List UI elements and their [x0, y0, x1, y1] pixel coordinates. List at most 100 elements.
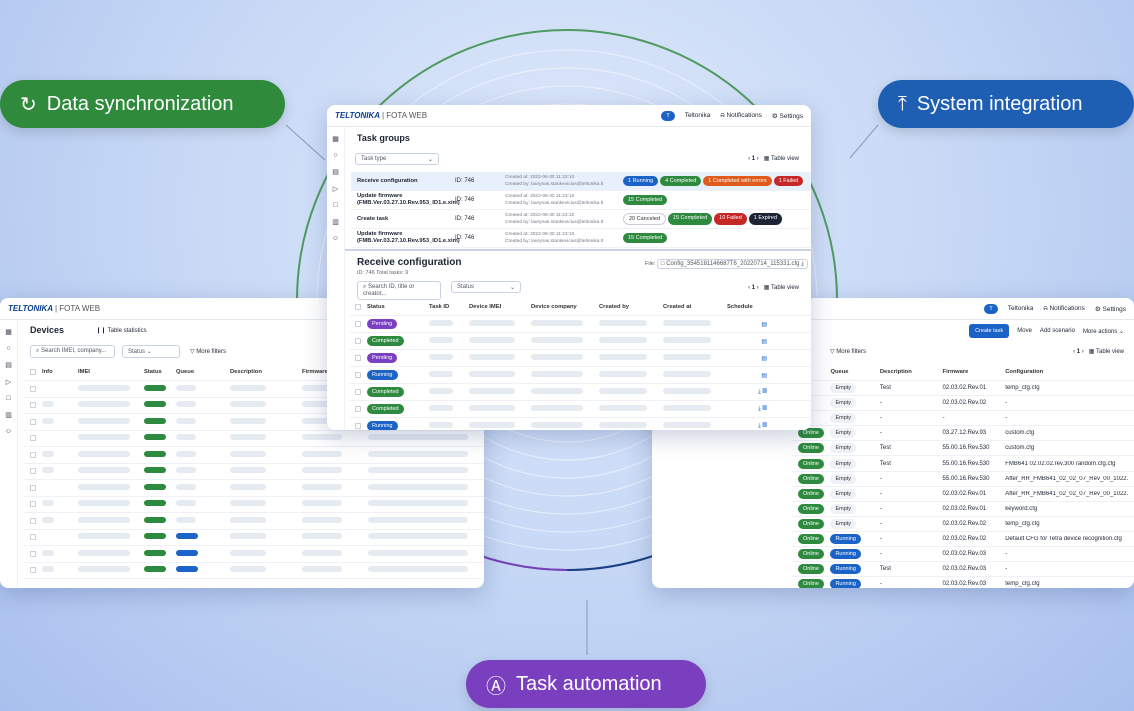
row-actions[interactable]: ⤓ ▤	[727, 406, 767, 413]
company-icon[interactable]: ▥	[5, 411, 12, 419]
column-header[interactable]: Info	[42, 369, 72, 375]
table-stats-button[interactable]: ❙❙ Table statistics	[96, 327, 147, 334]
right-row[interactable]: Online Running - 02.03.02.Rev.03 temp_cfg.cf…	[792, 577, 1134, 588]
receive-row[interactable]: Pending ▤	[349, 316, 811, 333]
row-checkbox[interactable]	[30, 550, 36, 557]
receive-row[interactable]: Pending ▤	[349, 350, 811, 367]
receive-row[interactable]: Running ▤	[349, 367, 811, 384]
task-automation-pill[interactable]: Ⓐ Task automation	[466, 660, 706, 708]
system-integration-pill[interactable]: ⤒ System integration	[878, 80, 1134, 128]
more-filters-button[interactable]: ▽ More filters	[190, 348, 226, 355]
device-row[interactable]	[24, 497, 484, 513]
column-header[interactable]: Created by	[599, 304, 657, 310]
right-more-filters[interactable]: ▽ More filters	[830, 348, 866, 355]
column-header[interactable]: IMEI	[78, 369, 138, 375]
column-header[interactable]: Task ID	[429, 304, 463, 310]
receive-row[interactable]: Completed ▤	[349, 333, 811, 350]
more-actions-button[interactable]: More actions ⌄	[1083, 328, 1124, 335]
receive-pagination[interactable]: ‹ 1 › ▦ Table view	[748, 284, 799, 291]
device-row[interactable]	[24, 563, 484, 579]
task-group-row[interactable]: Update firmware (FMB.Ver.03.27.10.Rev.953…	[351, 191, 811, 210]
column-header[interactable]: Description	[880, 369, 937, 375]
select-all-checkbox[interactable]	[30, 369, 36, 375]
receive-status-select[interactable]: Status ⌄	[451, 281, 521, 293]
column-header[interactable]: Queue	[830, 369, 873, 375]
right-row[interactable]: Empty - 02.03.02.Rev.02 -	[792, 396, 1134, 412]
task-icon[interactable]: ▷	[6, 378, 11, 386]
device-row[interactable]	[24, 513, 484, 530]
grid-icon[interactable]: ▦	[332, 135, 339, 143]
right-row[interactable]: Empty - - -	[792, 411, 1134, 427]
select-all-checkbox[interactable]	[355, 304, 361, 310]
row-checkbox[interactable]	[30, 517, 36, 524]
column-header[interactable]: Queue	[176, 369, 224, 375]
row-checkbox[interactable]	[30, 435, 36, 442]
task-group-row[interactable]: Create task ID: 746 Created at: 2022-06-30…	[351, 210, 811, 229]
column-header[interactable]: Status	[144, 369, 170, 375]
row-checkbox[interactable]	[355, 355, 361, 361]
column-header[interactable]: Device company	[531, 304, 593, 310]
notifications-link[interactable]: ⍾ Notifications	[1043, 305, 1085, 313]
right-row[interactable]: Online Running - 02.03.02.Rev.03 -	[792, 547, 1134, 563]
right-row[interactable]: Empty Test 02.03.02.Rev.01 temp_cfg.cfg	[792, 381, 1134, 397]
column-header[interactable]: Firmware	[943, 369, 1000, 375]
row-actions[interactable]: ⤓ ▤	[727, 389, 767, 396]
row-checkbox[interactable]	[30, 402, 36, 409]
right-row[interactable]: Online Running - 02.03.02.Rev.02 Default CFG…	[792, 532, 1134, 548]
create-task-button[interactable]: Create task	[969, 324, 1010, 338]
right-row[interactable]: Online Running Test 02.03.02.Rev.03 -	[792, 562, 1134, 578]
column-header[interactable]: Configuration	[1005, 369, 1128, 375]
settings-link[interactable]: ⚙ Settings	[772, 112, 803, 120]
file-icon[interactable]: □	[6, 395, 10, 402]
devices-icon[interactable]: ▤	[332, 168, 339, 176]
user-avatar[interactable]: T	[984, 303, 998, 314]
right-row[interactable]: Online Empty - 55.00.16.Rev.530 After_RR_FMB…	[792, 472, 1134, 487]
grid-icon[interactable]: ▦	[5, 328, 12, 336]
device-row[interactable]	[24, 480, 484, 497]
receive-row[interactable]: Running ⤓ ▤	[349, 418, 811, 430]
settings-link[interactable]: ⚙ Settings	[1095, 305, 1126, 313]
device-row[interactable]	[24, 546, 484, 563]
data-sync-pill[interactable]: ↻ Data synchronization	[0, 80, 285, 128]
column-header[interactable]: Status	[367, 304, 423, 310]
user-name[interactable]: Teltonika	[1008, 305, 1034, 312]
task-icon[interactable]: ▷	[333, 185, 338, 193]
user-avatar[interactable]: T	[661, 110, 675, 121]
row-checkbox[interactable]	[30, 451, 36, 458]
column-header[interactable]: Device IMEI	[469, 304, 525, 310]
row-checkbox[interactable]	[30, 418, 36, 425]
receive-row[interactable]: Completed ⤓ ▤	[349, 401, 811, 418]
file-chip[interactable]: □ Config_3545181146687T6_20220714_115331…	[656, 259, 808, 269]
row-checkbox[interactable]	[355, 406, 361, 412]
row-actions[interactable]: ⤓ ▤	[727, 423, 767, 430]
row-checkbox[interactable]	[355, 423, 361, 429]
right-pagination[interactable]: ‹ 1 › ▦ Table view	[1073, 348, 1124, 355]
column-header[interactable]: Created at	[663, 304, 721, 310]
right-row[interactable]: Online Empty - 02.03.02.Rev.01 After_RR_FMB6…	[792, 487, 1134, 502]
company-icon[interactable]: ▥	[332, 218, 339, 226]
row-checkbox[interactable]	[30, 484, 36, 491]
device-row[interactable]	[24, 530, 484, 546]
row-checkbox[interactable]	[30, 534, 36, 541]
right-row[interactable]: Online Empty -03.27.12.Rev.93 custom.cfg	[792, 426, 1134, 442]
notifications-link[interactable]: ⍾ Notifications	[720, 112, 762, 120]
receive-search-input[interactable]: ⌕ Search ID, title or creator...	[357, 281, 441, 300]
row-actions[interactable]: ▤	[727, 321, 767, 328]
users-icon[interactable]: ☺	[5, 428, 12, 435]
task-group-row[interactable]: Update firmware (FMB.Ver.03.27.10.Rev.953…	[351, 229, 811, 248]
users-icon[interactable]: ☺	[332, 235, 339, 242]
devices-icon[interactable]: ▤	[5, 361, 12, 369]
right-row[interactable]: Online Empty Test 55.00.16.Rev.530 FMB641 02…	[792, 456, 1134, 472]
right-row[interactable]: Online Empty Test 55.00.16.Rev.530 custom.cf…	[792, 441, 1134, 457]
task-group-row[interactable]: Receive configuration ID: 746 Created at: …	[351, 172, 811, 191]
column-header[interactable]: Schedule	[727, 304, 767, 310]
row-checkbox[interactable]	[355, 338, 361, 344]
row-checkbox[interactable]	[355, 389, 361, 395]
sync-icon[interactable]: ○	[6, 345, 10, 352]
row-checkbox[interactable]	[30, 385, 36, 392]
device-row[interactable]	[24, 431, 484, 447]
row-checkbox[interactable]	[355, 372, 361, 378]
right-row[interactable]: Online Empty - 02.03.02.Rev.01 keyword.cfg	[792, 502, 1134, 517]
move-button[interactable]: Move	[1017, 328, 1032, 334]
row-checkbox[interactable]	[30, 567, 36, 574]
